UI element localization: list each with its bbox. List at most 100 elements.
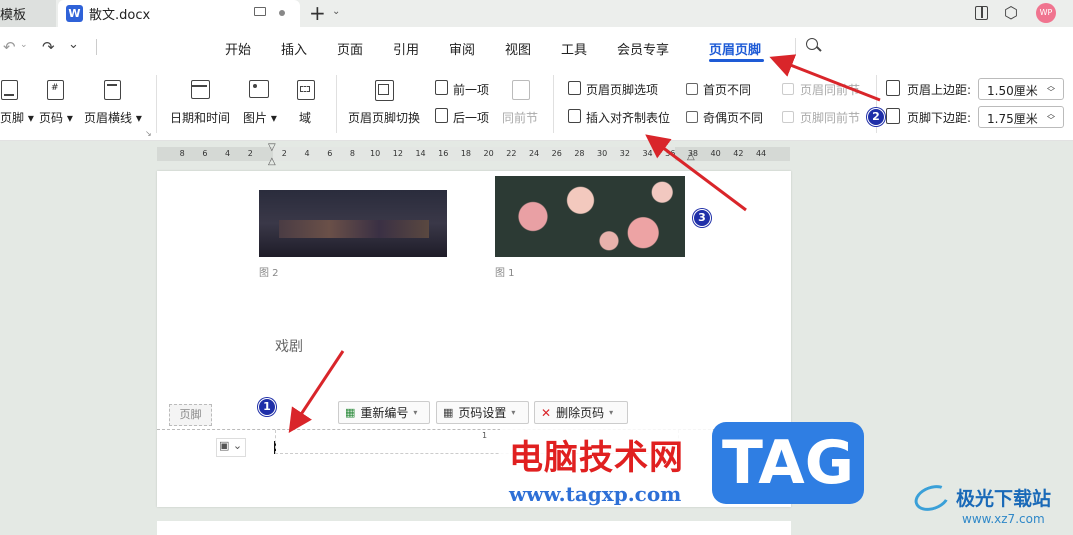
menu-header-footer[interactable]: 页眉页脚 xyxy=(709,39,761,58)
ruler-tick-label: 38 xyxy=(687,149,699,158)
page-number-field: 1 xyxy=(482,431,488,440)
watermark-site-name: 电脑技术网 xyxy=(509,438,684,478)
footer-margin-label: 页脚下边距: xyxy=(907,111,972,125)
dialog-launcher-icon[interactable]: ↘ xyxy=(145,129,152,138)
tab-label: 模板 xyxy=(0,8,27,23)
same-as-previous-button[interactable]: 同前节 xyxy=(502,109,538,126)
search-icon[interactable] xyxy=(806,38,822,52)
undo-icon[interactable]: ↶ xyxy=(3,38,16,56)
tab-templates[interactable]: 模板 xyxy=(0,0,56,27)
delete-x-icon: ✕ xyxy=(541,405,552,420)
header-footer-options-icon xyxy=(568,81,581,95)
tab-document[interactable]: W 散文.docx xyxy=(58,0,300,27)
picture-icon xyxy=(249,80,269,98)
ruler-tick-label: 16 xyxy=(438,149,449,158)
ruler-tick-label: 36 xyxy=(665,149,676,158)
insert-align-tab-button[interactable]: 插入对齐制表位 xyxy=(586,109,670,126)
menu-page[interactable]: 页面 xyxy=(337,39,363,58)
ruler-tick-label: 4 xyxy=(225,149,231,158)
picture-button[interactable]: 图片 ▾ xyxy=(243,109,277,126)
switch-header-footer-icon xyxy=(375,80,394,101)
title-bar: 模板 W 散文.docx + ⌄ ⬡ WP xyxy=(0,0,1073,27)
header-margin-label: 页眉上边距: xyxy=(907,83,972,97)
step-badge-2: 2 xyxy=(867,108,885,126)
menu-references[interactable]: 引用 xyxy=(393,39,419,58)
header-same-as-prev-checkbox[interactable] xyxy=(782,83,794,95)
header-line-icon xyxy=(104,80,121,100)
brand-url: www.xz7.com xyxy=(962,512,1045,526)
switch-header-footer-button[interactable]: 页眉页脚切换 xyxy=(348,109,420,126)
ruler-tick-label: 18 xyxy=(460,149,472,158)
calendar-clock-icon xyxy=(191,80,210,99)
unsaved-dot-icon xyxy=(279,10,285,16)
footer-margin-input[interactable]: 1.75厘米 ︿ ﹀ xyxy=(978,106,1064,128)
horizontal-ruler[interactable]: ▽ △ △ 8 6 4 2 2 4 6 8 10 12 14 16 18 20 22 24 26 28 30 32 34… xyxy=(157,142,790,167)
previous-item-icon xyxy=(435,80,448,95)
header-margin-input[interactable]: 1.50厘米 ︿ ﹀ xyxy=(978,78,1064,100)
delete-page-number-button[interactable]: ✕ 删除页码 ▾ xyxy=(534,401,628,424)
renumber-icon: ▦ xyxy=(345,406,356,419)
menu-review[interactable]: 审阅 xyxy=(449,39,475,58)
cube-icon[interactable]: ⬡ xyxy=(1004,3,1018,22)
sidebar-toggle-icon[interactable] xyxy=(975,6,988,20)
spinner-icon[interactable]: ︿ ﹀ xyxy=(1047,82,1055,97)
indent-marker-icon[interactable]: △ xyxy=(268,156,276,167)
figure-caption: 图 2 xyxy=(259,268,279,279)
renumber-button[interactable]: ▦ 重新编号 ▾ xyxy=(338,401,430,424)
footer-margin-value: 1.75厘米 xyxy=(987,112,1038,126)
active-tab-underline xyxy=(709,59,764,62)
figure-caption: 图 1 xyxy=(495,268,515,279)
word-doc-icon: W xyxy=(66,5,83,22)
footer-same-as-prev-label: 页脚同前节 xyxy=(800,111,861,125)
ruler-tick-label: 8 xyxy=(349,149,355,158)
page-number-icon: # xyxy=(47,80,64,100)
menu-tools[interactable]: 工具 xyxy=(561,39,587,58)
ruler-tick-label: 24 xyxy=(528,149,540,158)
chevron-down-icon[interactable]: ⌄ xyxy=(332,6,340,17)
indent-marker-icon[interactable]: ▽ xyxy=(268,142,276,153)
menu-insert[interactable]: 插入 xyxy=(281,39,307,58)
brand-swirl-icon xyxy=(910,480,954,516)
ruler-tick-label: 20 xyxy=(483,149,494,158)
menu-view[interactable]: 视图 xyxy=(505,39,531,58)
menu-member[interactable]: 会员专享 xyxy=(617,39,669,58)
date-time-button[interactable]: 日期和时间 xyxy=(170,109,230,126)
ruler-tick-label: 34 xyxy=(642,149,653,158)
plus-icon[interactable]: + xyxy=(309,1,326,25)
watermark-url: www.tagxp.com xyxy=(509,482,682,506)
next-item-icon xyxy=(435,108,448,123)
footer-button[interactable]: 页脚 ▾ xyxy=(0,109,34,126)
rose-image xyxy=(495,176,685,257)
chevron-down-icon[interactable]: ⌄ xyxy=(20,40,28,50)
footer-same-as-prev-checkbox[interactable] xyxy=(782,111,794,123)
page-settings-icon: ▦ xyxy=(443,406,454,419)
step-badge-1: 1 xyxy=(258,398,276,416)
header-footer-options-button[interactable]: 页眉页脚选项 xyxy=(586,81,658,98)
page-number-button[interactable]: 页码 ▾ xyxy=(39,109,73,126)
spinner-icon[interactable]: ︿ ﹀ xyxy=(1047,110,1055,125)
header-line-button[interactable]: 页眉横线 ▾ xyxy=(84,109,142,126)
menu-home[interactable]: 开始 xyxy=(225,39,251,58)
avatar[interactable]: WP xyxy=(1036,3,1056,23)
odd-even-different-checkbox[interactable] xyxy=(686,111,698,123)
ruler-tick-label: 2 xyxy=(247,149,253,158)
next-page xyxy=(157,521,791,535)
footer-margin-icon xyxy=(886,108,900,124)
window-mode-icon[interactable] xyxy=(254,7,266,16)
ruler-tick-label: 2 xyxy=(281,149,287,158)
redo-icon[interactable]: ↷ xyxy=(42,38,55,56)
ruler-tick-label: 30 xyxy=(597,149,608,158)
ruler-tick-label: 6 xyxy=(327,149,333,158)
brand-name: 极光下载站 xyxy=(956,488,1052,510)
footer-position-dropdown[interactable]: ▣ ⌄ xyxy=(216,438,246,457)
chevron-down-icon[interactable]: ⌄ xyxy=(68,37,79,52)
previous-item-button[interactable]: 前一项 xyxy=(453,81,489,98)
odd-even-different-label: 奇偶页不同 xyxy=(703,111,764,125)
align-tab-icon xyxy=(568,109,581,123)
brand-watermark: 极光下载站 www.xz7.com xyxy=(910,480,1073,535)
field-button[interactable]: 域 xyxy=(299,109,311,126)
ruler-tick-label: 4 xyxy=(304,149,310,158)
first-page-different-checkbox[interactable] xyxy=(686,83,698,95)
next-item-button[interactable]: 后一项 xyxy=(453,109,489,126)
page-number-settings-button[interactable]: ▦ 页码设置 ▾ xyxy=(436,401,529,424)
